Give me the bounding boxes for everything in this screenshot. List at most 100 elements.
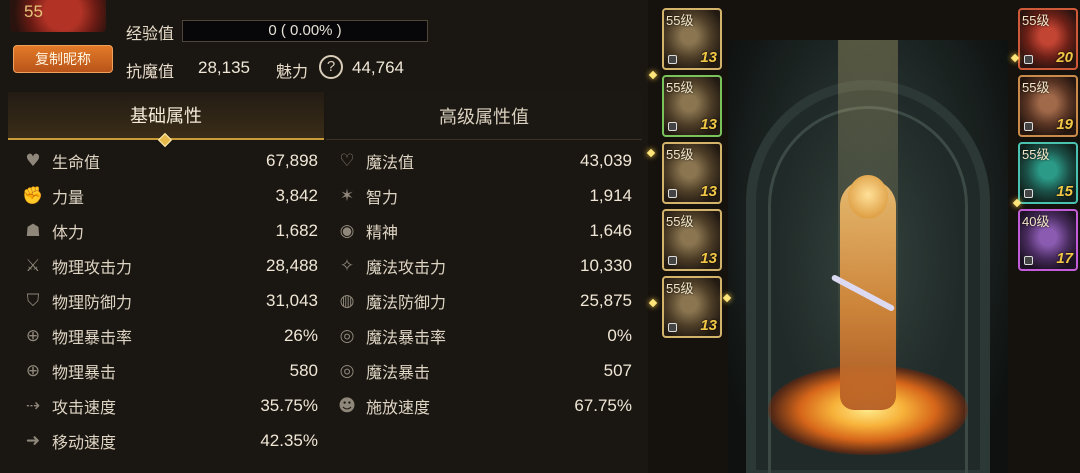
stat-name: 魔法暴击	[366, 362, 431, 382]
enhance-level: 19	[1056, 116, 1073, 133]
character-stats-panel: 55 复制昵称 经验值 0 ( 0.00% ) 抗魔值 28,135 魅力 ? …	[0, 0, 648, 473]
copy-name-button[interactable]: 复制昵称	[13, 45, 113, 73]
exp-text: 0 ( 0.00% )	[268, 22, 342, 39]
character-preview	[728, 40, 1008, 473]
stat-row: ☻ 施放速度 67.75%	[314, 388, 638, 423]
exp-bar: 0 ( 0.00% )	[182, 20, 428, 42]
stat-row: ⊕ 物理暴击 580	[0, 353, 324, 388]
body-icon: ☗	[25, 220, 41, 241]
lock-icon	[668, 122, 677, 131]
stat-name: 物理防御力	[52, 292, 133, 312]
necklace-icon[interactable]: 55级 15	[1018, 142, 1078, 204]
pants-icon[interactable]: 55级 13	[662, 142, 722, 204]
stat-row: ◎ 魔法暴击率 0%	[314, 318, 638, 353]
stat-row: ◉ 精神 1,646	[314, 213, 638, 248]
weapon-icon[interactable]: 55级 20	[1018, 8, 1078, 70]
equip-level: 55级	[1022, 13, 1050, 28]
stat-value: 507	[603, 360, 632, 380]
stat-name: 攻击速度	[52, 397, 117, 417]
brain-icon: ✶	[339, 185, 355, 206]
crosshair-icon: ⊕	[25, 360, 41, 381]
stat-name: 物理攻击力	[52, 257, 133, 277]
stat-value: 42.35%	[260, 430, 318, 450]
stat-value: 0%	[607, 325, 632, 345]
tab-basic-attributes[interactable]: 基础属性	[8, 92, 324, 140]
stat-name: 移动速度	[52, 432, 117, 452]
stat-name: 物理暴击	[52, 362, 117, 382]
heart-icon: ♥	[25, 150, 41, 171]
stat-name: 魔法暴击率	[366, 327, 447, 347]
stat-value: 1,646	[589, 220, 632, 240]
enhance-level: 20	[1056, 49, 1073, 66]
charm-value: 44,764	[352, 58, 404, 77]
enhance-level: 13	[700, 116, 717, 133]
equip-level: 40级	[1022, 214, 1050, 229]
stat-value: 35.75%	[260, 395, 318, 415]
stat-name: 智力	[366, 187, 399, 207]
sword-icon: ⚔	[25, 255, 41, 276]
stat-name: 物理暴击率	[52, 327, 133, 347]
equip-level: 55级	[666, 214, 694, 229]
stat-name: 体力	[52, 222, 85, 242]
anti-magic-label: 抗魔值	[126, 62, 175, 81]
anti-magic-value: 28,135	[198, 58, 250, 77]
stat-name: 魔法值	[366, 152, 415, 172]
stat-row: ☗ 体力 1,682	[0, 213, 324, 248]
charm-label: 魅力	[276, 62, 309, 81]
ring-icon[interactable]: 55级 19	[1018, 75, 1078, 137]
enhance-level: 13	[700, 317, 717, 334]
armor-icon[interactable]: 55级 13	[662, 75, 722, 137]
stat-row: ⊕ 物理暴击率 26%	[0, 318, 324, 353]
boots-icon[interactable]: 55级 13	[662, 276, 722, 338]
stat-row: ✊ 力量 3,842	[0, 178, 324, 213]
stat-value: 26%	[283, 325, 318, 345]
lock-icon	[1024, 189, 1033, 198]
boot-icon: ⇢	[25, 395, 41, 416]
stat-row: ➜ 移动速度 42.35%	[0, 423, 324, 458]
lock-icon	[668, 55, 677, 64]
stat-row: ✧ 魔法攻击力 10,330	[314, 248, 638, 283]
enhance-level: 17	[1056, 250, 1073, 267]
stat-value: 25,875	[580, 290, 632, 310]
help-icon[interactable]: ?	[319, 55, 343, 79]
avatar[interactable]: 55	[10, 0, 106, 32]
stat-name: 施放速度	[366, 397, 431, 417]
enhance-level: 13	[700, 49, 717, 66]
lock-icon	[1024, 256, 1033, 265]
fist-icon: ✊	[22, 185, 44, 206]
tab-advanced-attributes[interactable]: 高级属性值	[326, 92, 642, 140]
equip-level: 55级	[1022, 147, 1050, 162]
stat-value: 31,043	[266, 290, 318, 310]
level-badge: 55	[24, 2, 43, 21]
equip-level: 55级	[1022, 80, 1050, 95]
gauntlet-icon[interactable]: 55级 13	[662, 8, 722, 70]
stat-row: ◍ 魔法防御力 25,875	[314, 283, 638, 318]
stat-name: 魔法攻击力	[366, 257, 447, 277]
belt-icon[interactable]: 55级 13	[662, 209, 722, 271]
equip-level: 55级	[666, 80, 694, 95]
equip-level: 55级	[666, 147, 694, 162]
stat-name: 力量	[52, 187, 85, 207]
run-icon: ➜	[25, 430, 41, 451]
shield-icon: ⛉	[26, 290, 40, 311]
lock-icon	[1024, 55, 1033, 64]
character-head	[848, 175, 888, 219]
orb-icon: ◉	[339, 220, 355, 241]
equip-level: 55级	[666, 281, 694, 296]
stat-row: ⚔ 物理攻击力 28,488	[0, 248, 324, 283]
stat-row: ⇢ 攻击速度 35.75%	[0, 388, 324, 423]
magic-burst-icon: ✧	[339, 255, 355, 276]
enhance-level: 15	[1056, 183, 1073, 200]
stat-value: 3,842	[275, 185, 318, 205]
stat-value: 43,039	[580, 150, 632, 170]
stat-value: 1,682	[275, 220, 318, 240]
sparkle-icon	[648, 298, 658, 308]
equip-level: 55级	[666, 13, 694, 28]
lock-icon	[668, 256, 677, 265]
exp-label: 经验值	[126, 24, 175, 43]
stat-value: 28,488	[266, 255, 318, 275]
stat-row: ♥ 生命值 67,898	[0, 143, 324, 178]
target-icon: ◎	[339, 325, 355, 346]
enhance-level: 13	[700, 250, 717, 267]
bracelet-icon[interactable]: 40级 17	[1018, 209, 1078, 271]
